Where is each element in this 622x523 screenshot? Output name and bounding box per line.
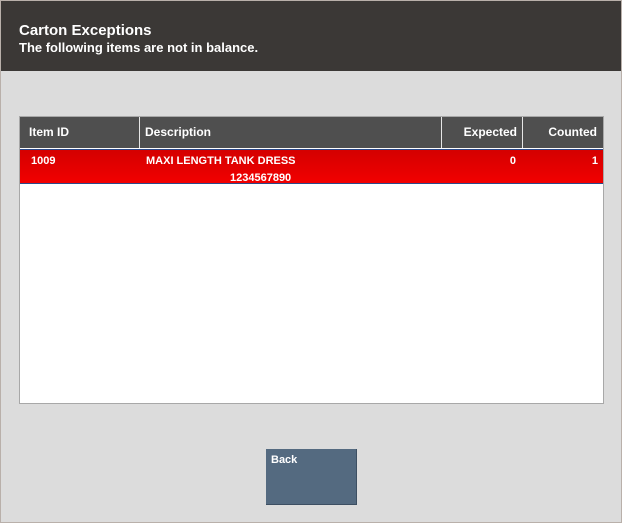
column-header-counted: Counted: [522, 117, 603, 148]
column-header-expected: Expected: [441, 117, 522, 148]
upc-cell: 1234567890: [230, 172, 292, 184]
column-header-item-id: Item ID: [29, 125, 70, 139]
exceptions-table: Item ID Description Expected Counted 100…: [19, 116, 604, 404]
header-bar: Carton Exceptions The following items ar…: [1, 1, 621, 71]
item-id-cell: 1009: [31, 155, 56, 167]
page-title: Carton Exceptions: [19, 22, 152, 39]
table-header: Item ID Description Expected Counted: [20, 117, 603, 148]
page-subtitle: The following items are not in balance.: [19, 40, 259, 55]
counted-cell: 1: [591, 155, 598, 167]
carton-exceptions-window: Carton Exceptions The following items ar…: [0, 0, 622, 523]
description-cell: MAXI LENGTH TANK DRESS: [146, 155, 296, 167]
expected-cell: 0: [509, 155, 516, 167]
back-button[interactable]: Back: [266, 449, 357, 505]
table-row[interactable]: 1009 MAXI LENGTH TANK DRESS 1234567890 0…: [20, 149, 603, 184]
column-header-description: Description: [139, 117, 441, 148]
